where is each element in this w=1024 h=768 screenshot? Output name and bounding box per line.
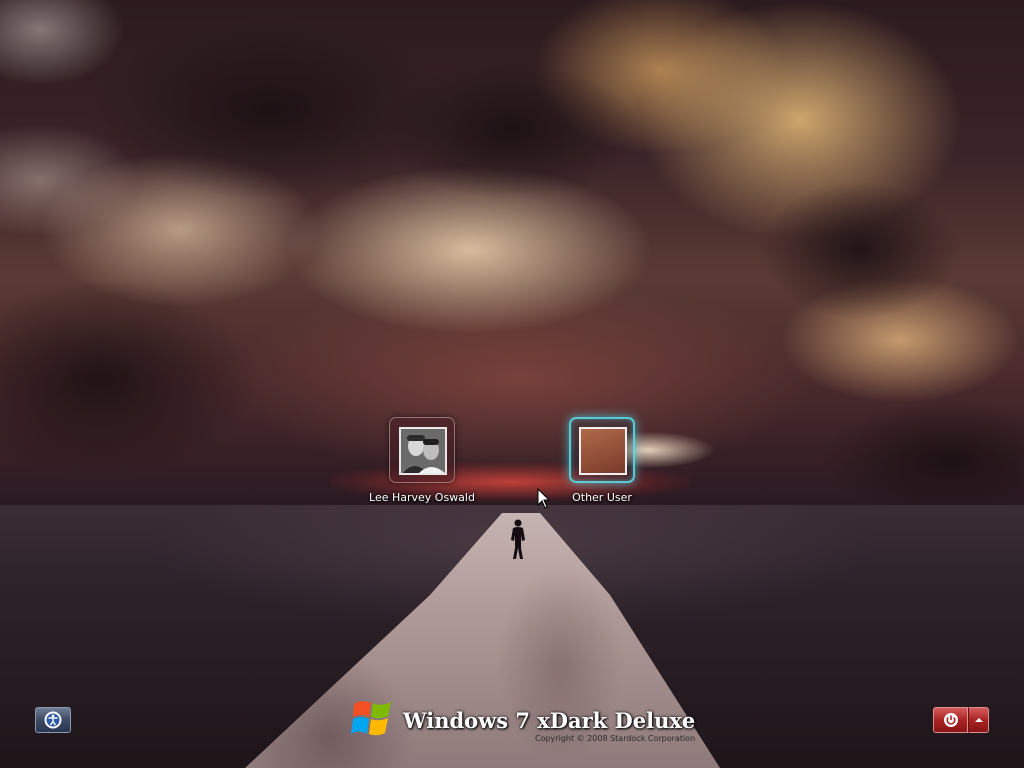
brand-copyright: Copyright © 2008 Stardock Corporation (535, 734, 696, 743)
ease-of-access-icon (44, 711, 62, 729)
user-name-label[interactable]: Lee Harvey Oswald (352, 491, 492, 504)
wallpaper-dark-cloud (380, 60, 640, 200)
wallpaper-walking-figure (511, 519, 525, 559)
user-name-label[interactable]: Other User (532, 491, 672, 504)
user-tile-frame[interactable] (389, 417, 455, 483)
brand-name: Windows 7 xDark Deluxe (403, 708, 696, 733)
user-portrait-picture (399, 427, 447, 475)
wallpaper-dark-cloud (760, 180, 960, 320)
logon-screen: Lee Harvey Oswald Other User Windows 7 x… (0, 0, 1024, 768)
shutdown-options-button[interactable] (968, 707, 989, 733)
branding: Windows 7 xDark Deluxe Copyright © 2008 … (350, 696, 695, 746)
ease-of-access-button[interactable] (35, 707, 71, 733)
user-tile-frame[interactable] (569, 417, 635, 483)
windows-flag-logo-icon (351, 701, 391, 736)
power-button-group (933, 707, 989, 733)
user-portrait-icon (401, 429, 445, 473)
mouse-cursor-icon (537, 488, 551, 509)
blank-user-picture (579, 427, 627, 475)
user-tile-lee-harvey-oswald[interactable]: Lee Harvey Oswald (352, 417, 492, 504)
power-icon (943, 713, 958, 727)
user-tile-other-user[interactable]: Other User (532, 417, 672, 504)
chevron-up-icon (974, 718, 983, 722)
shutdown-button[interactable] (933, 707, 968, 733)
